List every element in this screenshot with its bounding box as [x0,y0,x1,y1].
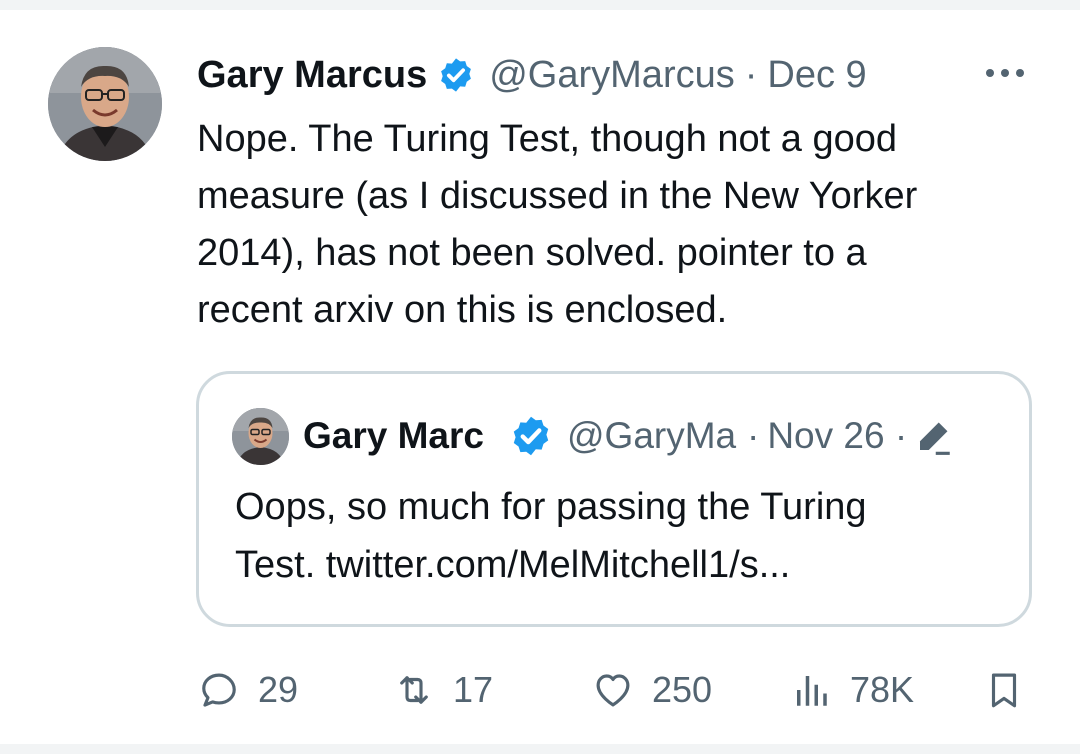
reply-icon [198,669,240,711]
like-icon [592,669,634,711]
author-name[interactable]: Gary Marcus [197,54,427,97]
quoted-tweet[interactable]: Gary Marc @GaryMa · Nov 26 · Oops, so mu… [196,371,1032,627]
top-divider [0,0,1080,10]
more-icon[interactable] [982,58,1028,88]
verified-badge-icon[interactable] [437,56,475,94]
bottom-divider [0,744,1080,754]
reply-button[interactable]: 29 [198,660,298,720]
views-count: 78K [850,669,915,710]
tweet-date[interactable]: Dec 9 [767,54,866,97]
author-handle[interactable]: @GaryMarcus [489,54,735,97]
bookmark-icon [983,669,1025,711]
bookmark-button[interactable] [983,660,1025,720]
verified-badge-icon [509,414,553,458]
views-icon [790,669,832,711]
action-bar: 29 17 250 78K [0,660,1080,720]
quoted-author-name: Gary Marc [303,415,484,456]
quoted-header: Gary Marc @GaryMa · Nov 26 · [303,410,1003,462]
separator: · [747,415,760,456]
reply-count: 29 [258,669,299,710]
avatar[interactable] [48,47,162,161]
retweet-button[interactable]: 17 [393,660,493,720]
retweet-count: 17 [453,669,494,710]
tweet-text: Nope. The Turing Test, though not a good… [197,118,918,331]
separator: · [744,53,758,96]
quoted-date: Nov 26 · [767,415,908,456]
like-count: 250 [652,669,713,710]
views-button[interactable]: 78K [790,660,914,720]
quoted-author-handle: @GaryMa [567,415,737,456]
quoted-text: Oops, so much for passing the Turing Tes… [235,486,867,586]
quoted-avatar[interactable] [232,408,289,465]
like-button[interactable]: 250 [592,660,712,720]
edit-icon [913,415,955,457]
tweet-header: Gary Marcus @GaryMarcus · Dec 9 [197,50,1047,100]
retweet-icon [393,669,435,711]
